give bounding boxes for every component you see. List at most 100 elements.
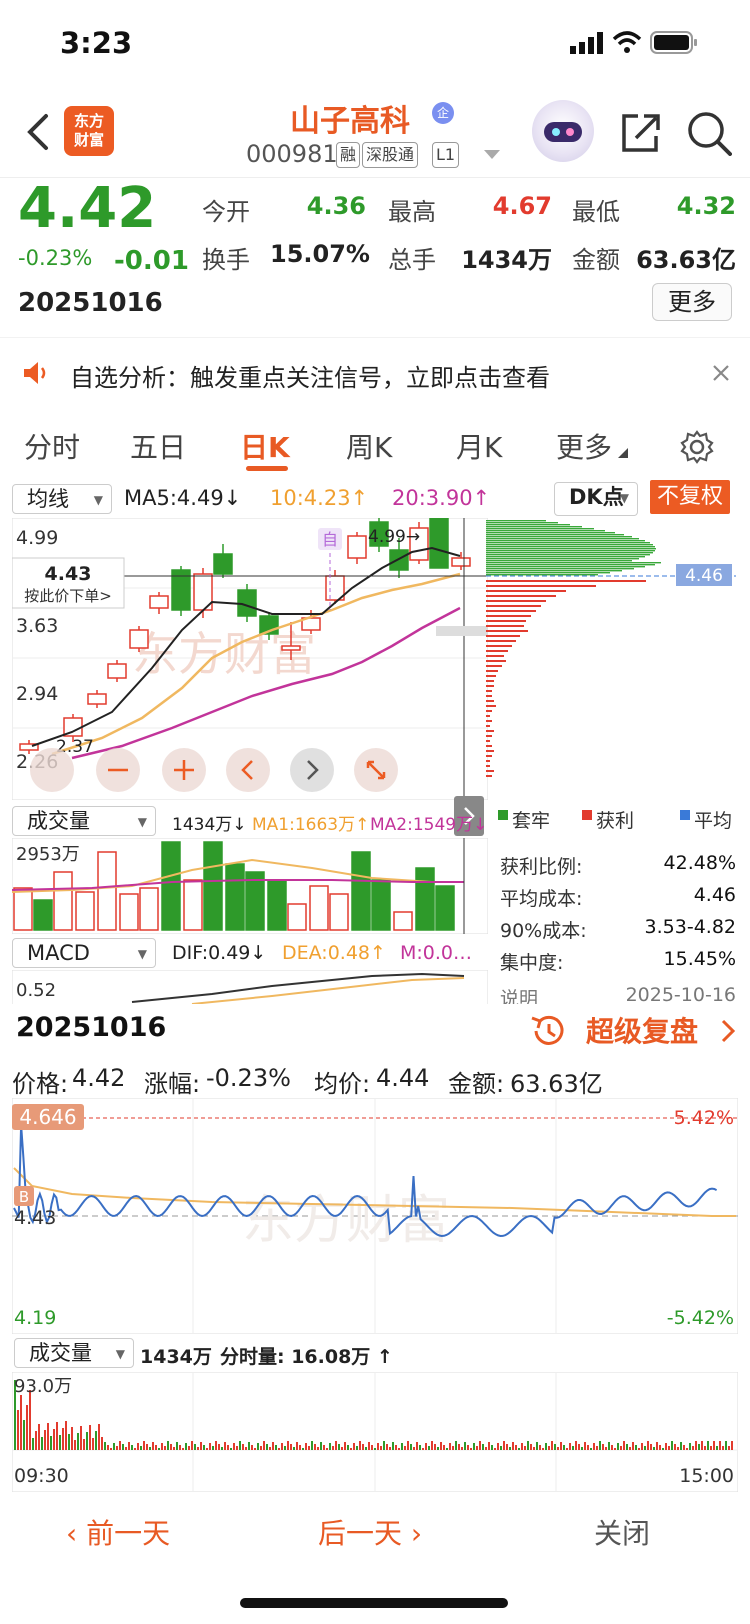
intraday-volume-bar — [515, 1445, 517, 1450]
legend-swatch — [498, 810, 508, 820]
kline-y-tick: 3.63 — [16, 615, 58, 637]
intraday-volume-bar — [470, 1448, 472, 1450]
max-pct: 5.42% — [674, 1107, 734, 1129]
intraday-volume-bar — [149, 1447, 151, 1450]
tab-weekly-k[interactable]: 周K — [346, 426, 392, 466]
chip-bar — [486, 536, 632, 538]
share-icon[interactable] — [618, 110, 662, 154]
chip-bar — [486, 540, 645, 542]
intraday-volume-bar — [167, 1441, 169, 1450]
tag-level: L1 — [432, 142, 460, 168]
candle — [107, 663, 127, 679]
assistant-robot-icon[interactable] — [532, 100, 594, 162]
chip-bar — [486, 564, 655, 566]
more-button[interactable]: 更多 — [652, 283, 732, 321]
intraday-volume-bar — [191, 1441, 193, 1450]
next-icon[interactable] — [290, 748, 334, 792]
chip-bar — [486, 705, 496, 707]
ref-price: 4.43 — [14, 1207, 56, 1229]
ma-indicator-select[interactable]: 均线 — [12, 484, 112, 514]
tab-underline — [246, 466, 288, 471]
notice-bar[interactable]: 自选分析：触发重点关注信号，立即点击查看 — [0, 337, 750, 407]
intraday-volume-bar — [134, 1448, 136, 1450]
tab-five-day[interactable]: 五日 — [130, 426, 186, 466]
volume-indicator-select[interactable]: 成交量 — [12, 806, 156, 836]
intraday-volume-bar — [488, 1442, 490, 1450]
tab-daily-k[interactable]: 日K — [240, 426, 290, 466]
intraday-volume-bar — [29, 1390, 31, 1450]
search-icon[interactable] — [686, 110, 732, 156]
intraday-volume-bar — [137, 1443, 139, 1450]
intraday-volume-bar — [686, 1448, 688, 1450]
intraday-volume-bar — [716, 1446, 718, 1450]
macd-chart[interactable]: 0.52 — [12, 970, 488, 1004]
turnover-value: 15.07% — [270, 240, 370, 268]
intraday-volume-bar — [563, 1445, 565, 1450]
tag-margin: 融 — [336, 142, 361, 168]
dropdown-icon[interactable] — [484, 150, 500, 160]
intraday-volume-bar — [632, 1442, 634, 1450]
intraday-volume-bar — [47, 1423, 49, 1450]
replay-history-icon[interactable] — [528, 1012, 568, 1050]
intraday-volume-bar — [266, 1444, 268, 1450]
intraday-volume-bar — [599, 1441, 601, 1450]
intraday-volume-bar — [77, 1433, 79, 1450]
swipe-left-icon[interactable] — [30, 748, 74, 792]
volume-bar — [75, 891, 95, 931]
next-day-button[interactable]: 后一天 › — [318, 1512, 422, 1552]
volume-bar — [203, 841, 223, 931]
prev-icon[interactable] — [226, 748, 270, 792]
macd-indicator-select[interactable]: MACD — [12, 938, 156, 968]
adjust-button[interactable]: 不复权 — [650, 480, 730, 514]
stock-name[interactable]: 山子高科 — [290, 96, 410, 140]
tab-intraday[interactable]: 分时 — [24, 426, 80, 466]
intraday-volume-bar — [668, 1446, 670, 1450]
app-logo: 东方 财富 — [64, 106, 114, 156]
chip-avg-price: 4.46 — [685, 566, 723, 586]
intraday-volume-select[interactable]: 成交量 — [14, 1338, 134, 1368]
intraday-volume-bar — [275, 1445, 277, 1450]
chevron-right-icon[interactable] — [720, 1018, 736, 1044]
super-replay-link[interactable]: 超级复盘 — [586, 1010, 698, 1050]
tab-more[interactable]: 更多 — [556, 426, 612, 466]
intraday-volume-bar — [65, 1421, 67, 1450]
intraday-volume-bar — [143, 1441, 145, 1450]
chip-bar — [486, 556, 645, 558]
settings-icon[interactable] — [680, 430, 714, 464]
intraday-volume-bar — [722, 1446, 724, 1450]
dk-point-select[interactable]: DK点 — [554, 482, 638, 516]
prev-day-button[interactable]: ‹ 前一天 — [66, 1512, 170, 1552]
macd-m: M:0.0… — [400, 942, 473, 964]
chip-bar — [486, 680, 494, 682]
intraday-volume-bar — [713, 1441, 715, 1450]
tab-monthly-k[interactable]: 月K — [456, 426, 502, 466]
notice-text: 自选分析：触发重点关注信号，立即点击查看 — [70, 364, 550, 392]
intraday-volume-bar — [161, 1443, 163, 1450]
intraday-volume-bar — [245, 1447, 247, 1450]
tag-sz-connect: 深股通 — [362, 142, 419, 168]
intraday-volume-bar — [689, 1443, 691, 1450]
max-price: 4.646 — [19, 1105, 76, 1129]
intraday-volume-bar — [452, 1446, 454, 1450]
open-label: 今开 — [202, 198, 250, 226]
back-icon[interactable] — [22, 110, 58, 154]
volume-chart[interactable]: 2953万 — [12, 838, 488, 934]
legend-trapped: 套牢 — [512, 810, 551, 832]
intraday-volume-bar — [314, 1444, 316, 1450]
close-icon[interactable] — [712, 364, 730, 382]
intraday-volume-chart[interactable]: 93.0万 09:30 15:00 — [12, 1372, 738, 1492]
intraday-volume-bar — [407, 1441, 409, 1450]
kline-chart[interactable]: 东方财富 自 4.99 3.63 2.94 2.26 4.99→ 2.37 4.… — [12, 518, 488, 800]
close-button[interactable]: 关闭 — [594, 1512, 650, 1552]
chip-bar — [486, 580, 646, 582]
intraday-volume-bar — [365, 1447, 367, 1450]
chip-distribution-chart[interactable]: 4.46 — [486, 518, 736, 800]
intraday-volume-bar — [590, 1448, 592, 1450]
intraday-volume-bar — [230, 1448, 232, 1450]
status-bar: 3:23 — [0, 0, 750, 90]
intraday-chart[interactable]: 东方财富 4.646 B 4.43 4.19 5.42% -5.42% — [12, 1098, 738, 1334]
price-value: 4.42 — [72, 1064, 126, 1092]
order-hint[interactable]: 按此价下单> — [24, 587, 112, 605]
chip-bar — [486, 560, 632, 562]
intraday-volume-bar — [119, 1441, 121, 1450]
